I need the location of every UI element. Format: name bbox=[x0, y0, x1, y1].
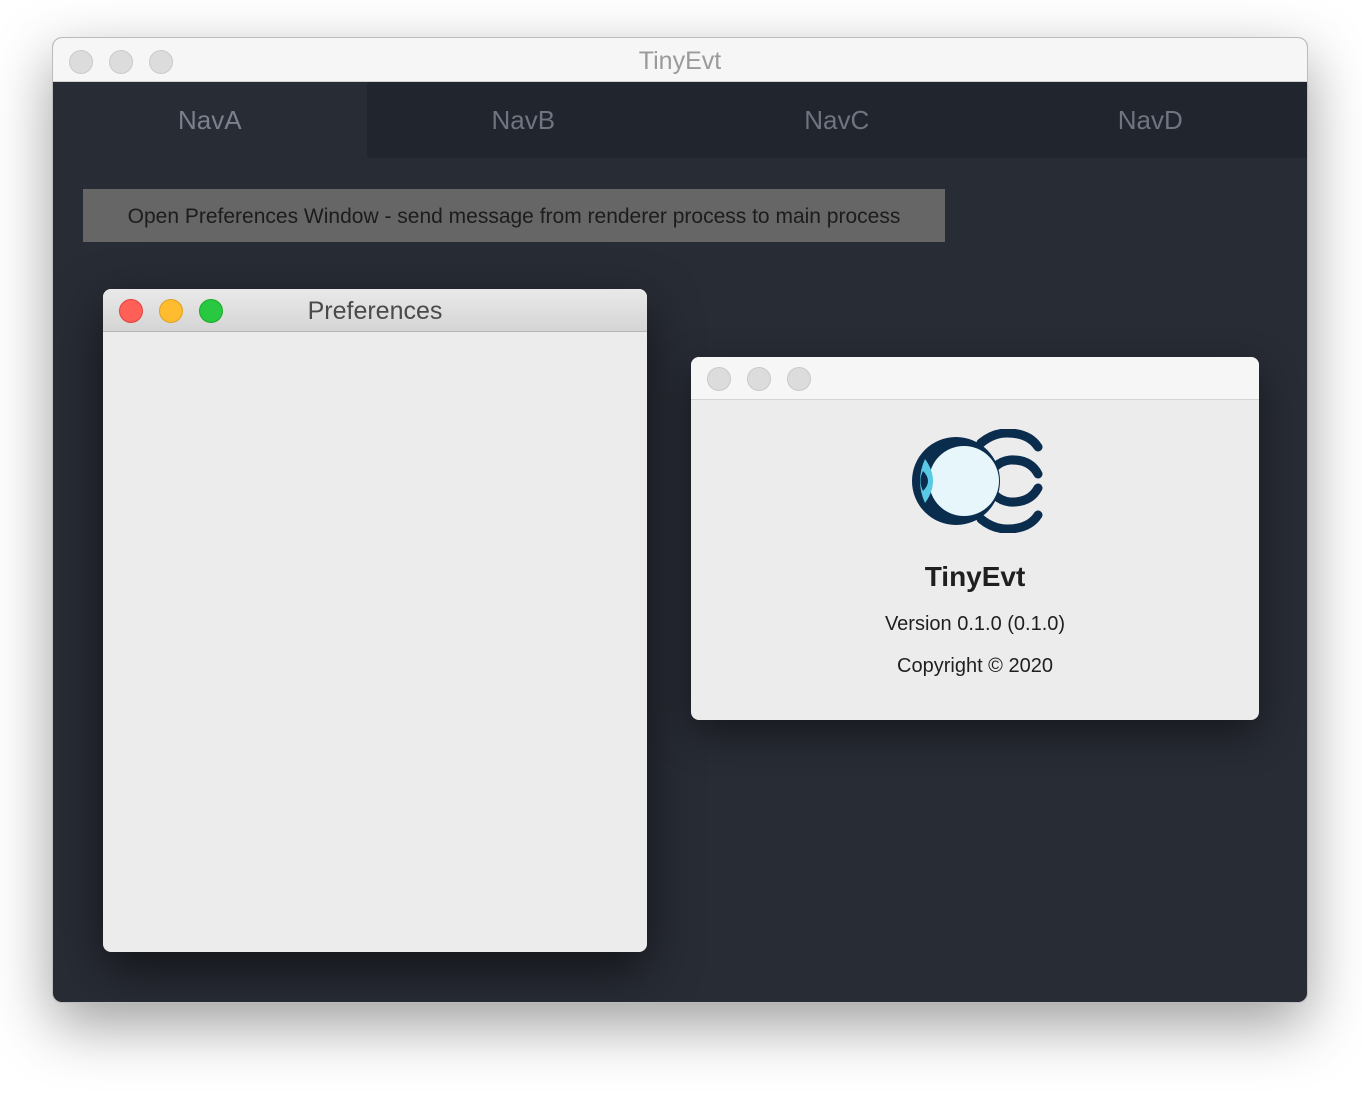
main-window: TinyEvt NavA NavB NavC NavD Open Prefere… bbox=[52, 37, 1308, 1003]
about-window: TinyEvt Version 0.1.0 (0.1.0) Copyright … bbox=[691, 357, 1259, 720]
about-version: Version 0.1.0 (0.1.0) bbox=[884, 613, 1066, 635]
about-copyright: Copyright © 2020 bbox=[897, 655, 1053, 677]
about-close-button[interactable] bbox=[707, 367, 731, 391]
preferences-window: Preferences bbox=[103, 289, 647, 952]
preferences-titlebar[interactable]: Preferences bbox=[103, 289, 647, 332]
window-title: TinyEvt bbox=[638, 47, 722, 75]
nav-tab-a[interactable]: NavA bbox=[53, 82, 367, 158]
about-app-name: TinyEvt bbox=[924, 561, 1026, 592]
about-minimize-button[interactable] bbox=[747, 367, 771, 391]
nav-bar: NavA NavB NavC NavD bbox=[53, 82, 1307, 158]
about-zoom-button[interactable] bbox=[787, 367, 811, 391]
main-titlebar[interactable]: TinyEvt bbox=[53, 38, 1307, 82]
about-titlebar[interactable] bbox=[691, 357, 1259, 400]
nav-tab-b[interactable]: NavB bbox=[367, 82, 681, 158]
nav-tab-c[interactable]: NavC bbox=[680, 82, 994, 158]
open-preferences-button[interactable]: Open Preferences Window - send message f… bbox=[83, 189, 945, 242]
nav-tab-d[interactable]: NavD bbox=[994, 82, 1308, 158]
eye-logo-icon bbox=[912, 429, 1043, 533]
preferences-title: Preferences bbox=[307, 297, 443, 325]
